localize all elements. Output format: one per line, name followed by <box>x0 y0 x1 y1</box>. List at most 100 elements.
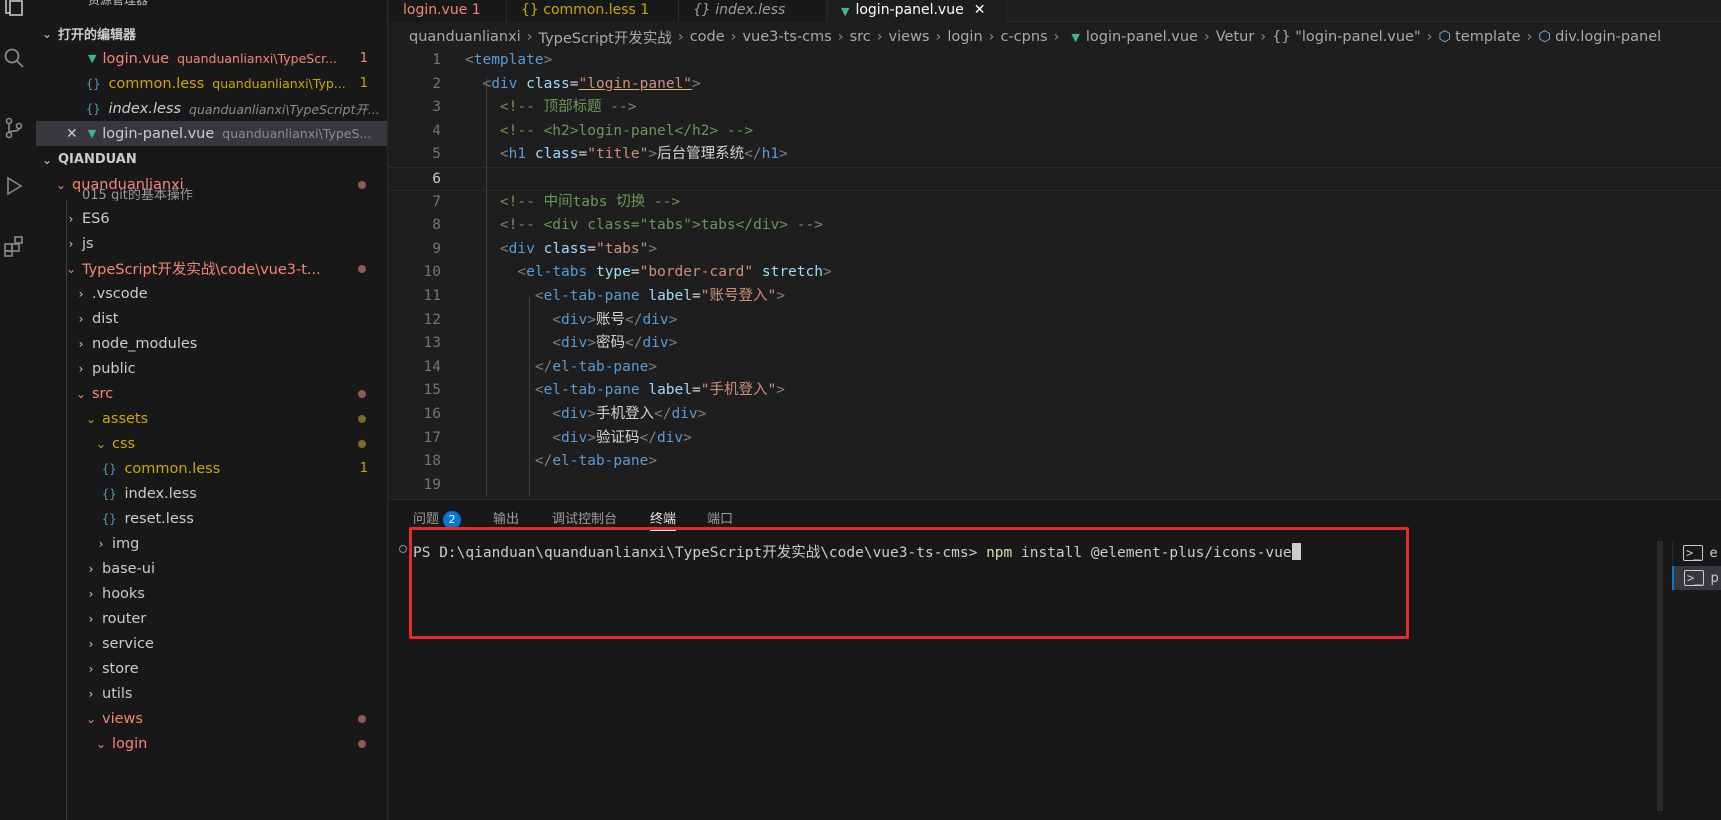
code-line: 16 <div>手机登入</div> <box>423 406 707 422</box>
tree-folder[interactable]: ⌄ TypeScript开发实战\code\vue3-t... <box>36 256 387 281</box>
chevron-right-icon: › <box>876 29 883 45</box>
vue-icon: ▼ <box>1071 30 1080 44</box>
tree-file[interactable]: {} reset.less <box>36 506 387 531</box>
code-line: 14 </el-tab-pane> <box>423 358 658 375</box>
terminal-instance[interactable]: >_ e <box>1672 541 1721 565</box>
breadcrumb-item[interactable]: div.login-panel <box>1555 29 1661 45</box>
chevron-down-icon: ⌄ <box>86 711 97 726</box>
open-editor-item[interactable]: ✕ ▼ login-panel.vue quanduanlianxi\TypeS… <box>36 121 387 146</box>
code-line: 4 <!-- <h2>login-panel</h2> --> <box>432 122 754 139</box>
tab-login-panel-vue[interactable]: ▼ login-panel.vue ✕ <box>827 0 1007 22</box>
chevron-right-icon: › <box>88 661 94 676</box>
breadcrumb-item[interactable]: quanduanlianxi <box>409 29 521 45</box>
tree-folder[interactable]: › service <box>36 631 387 656</box>
tree-folder[interactable]: ⌄ login <box>36 731 387 756</box>
workspace-header[interactable]: ⌄ QIANDUAN <box>36 147 387 172</box>
breadcrumb-item[interactable]: {} "login-panel.vue" <box>1272 29 1420 45</box>
chevron-right-icon: › <box>935 29 942 45</box>
open-editor-item[interactable]: ▼ login.vue quanduanlianxi\TypeScr... 1 <box>36 46 387 71</box>
tree-folder[interactable]: 015 git的基本操作 <box>36 187 387 201</box>
explorer-sidebar: 资源管理器 ··· ⌄ 打开的编辑器 ▼ login.vue quanduanl… <box>36 0 388 820</box>
code-line: 11 <el-tab-pane label="账号登入"> <box>423 288 785 304</box>
extensions-icon[interactable] <box>0 228 28 264</box>
breadcrumb-item[interactable]: c-cpns <box>1000 29 1047 45</box>
breadcrumb-item[interactable]: vue3-ts-cms <box>742 29 831 45</box>
more-actions-icon[interactable]: ··· <box>384 0 387 6</box>
annotation-highlight-box <box>409 527 1409 639</box>
code-line: 3 <!-- 顶部标题 --> <box>432 99 637 116</box>
tree-folder[interactable]: ⌄ assets <box>36 406 387 431</box>
tree-file[interactable]: {} index.less <box>36 481 387 506</box>
tree-folder[interactable]: › img <box>36 531 387 556</box>
breadcrumb-item[interactable]: template <box>1455 29 1520 45</box>
activity-bar <box>0 0 36 820</box>
breadcrumb-item[interactable]: TypeScript开发实战 <box>539 27 672 48</box>
breadcrumb-item[interactable]: views <box>889 29 930 45</box>
chevron-down-icon: ⌄ <box>66 261 77 276</box>
explorer-title: 资源管理器 <box>88 0 149 7</box>
modified-dot <box>358 714 366 723</box>
breadcrumb-item[interactable]: code <box>690 29 725 45</box>
tree-folder[interactable]: › store <box>36 656 387 681</box>
tree-folder[interactable]: › public <box>36 356 387 381</box>
close-icon[interactable]: ✕ <box>974 2 986 18</box>
tab-common-less[interactable]: {} common.less 1 <box>507 0 679 22</box>
tree-folder[interactable]: › js <box>36 231 387 256</box>
tree-folder[interactable]: › dist <box>36 306 387 331</box>
code-line: 10 <el-tabs type="border-card" stretch> <box>423 264 832 281</box>
chevron-down-icon: ⌄ <box>86 411 97 426</box>
open-editor-item[interactable]: {} common.less quanduanlianxi\Typ... 1 <box>36 71 387 96</box>
chevron-right-icon: › <box>68 211 74 226</box>
breadcrumb: quanduanlianxi › TypeScript开发实战 › code › vu… <box>389 23 1721 51</box>
tab-index-less[interactable]: {} index.less <box>679 0 827 22</box>
chevron-right-icon: › <box>98 536 104 551</box>
modified-dot <box>358 439 366 448</box>
tree-file[interactable]: {} common.less 1 <box>36 456 387 481</box>
terminal-instance[interactable]: >_ p <box>1672 566 1721 590</box>
tab-ports[interactable]: 端口 <box>707 508 733 527</box>
tree-folder[interactable]: › ES6 <box>36 206 387 231</box>
tree-folder[interactable]: › router <box>36 606 387 631</box>
chevron-right-icon: › <box>78 286 84 301</box>
chevron-down-icon: ⌄ <box>96 736 107 751</box>
source-control-icon[interactable] <box>0 110 28 146</box>
chevron-right-icon: › <box>88 636 94 651</box>
chevron-right-icon: › <box>88 586 94 601</box>
chevron-right-icon: › <box>837 29 844 45</box>
tree-folder[interactable]: ⌄ src <box>36 381 387 406</box>
terminal-scrollbar[interactable] <box>1657 541 1663 811</box>
chevron-right-icon: › <box>730 29 737 45</box>
tree-folder[interactable]: ⌄ views <box>36 706 387 731</box>
tab-login-vue[interactable]: login.vue 1 <box>389 0 507 22</box>
search-icon[interactable] <box>0 40 28 76</box>
chevron-right-icon: › <box>1526 29 1533 45</box>
breadcrumb-item[interactable]: Vetur <box>1216 29 1255 45</box>
code-editor[interactable]: 1 <template> 2 <div class="login-panel"> … <box>389 49 1721 499</box>
tree-folder[interactable]: › .vscode <box>36 281 387 306</box>
tree-folder[interactable]: ⌄ css <box>36 431 387 456</box>
open-editors-header[interactable]: ⌄ 打开的编辑器 <box>36 21 387 46</box>
breadcrumb-item[interactable]: login-panel.vue <box>1086 29 1198 45</box>
chevron-right-icon: › <box>88 611 94 626</box>
tab-debug-console[interactable]: 调试控制台 <box>552 508 617 527</box>
modified-dot <box>358 739 366 748</box>
chevron-right-icon: › <box>68 236 74 251</box>
chevron-right-icon: › <box>988 29 995 45</box>
modified-dot <box>358 389 366 398</box>
code-line: 2 <div class="login-panel"> <box>432 75 701 92</box>
tab-problems[interactable]: 问题 2 <box>413 508 462 529</box>
open-editor-item[interactable]: {} index.less quanduanlianxi\TypeScript开… <box>36 96 387 121</box>
braces-icon: {} <box>102 511 117 526</box>
explorer-icon[interactable] <box>0 0 28 24</box>
breadcrumb-item[interactable]: login <box>947 29 982 45</box>
tab-output[interactable]: 输出 <box>493 508 519 527</box>
chevron-down-icon: ⌄ <box>96 436 107 451</box>
run-debug-icon[interactable] <box>0 168 28 204</box>
code-line: 1 <template> <box>432 52 553 68</box>
tree-folder[interactable]: › hooks <box>36 581 387 606</box>
tree-folder[interactable]: › base-ui <box>36 556 387 581</box>
breadcrumb-item[interactable]: src <box>850 29 871 45</box>
tree-folder[interactable]: › node_modules <box>36 331 387 356</box>
close-icon[interactable]: ✕ <box>66 126 78 142</box>
tree-folder[interactable]: › utils <box>36 681 387 706</box>
